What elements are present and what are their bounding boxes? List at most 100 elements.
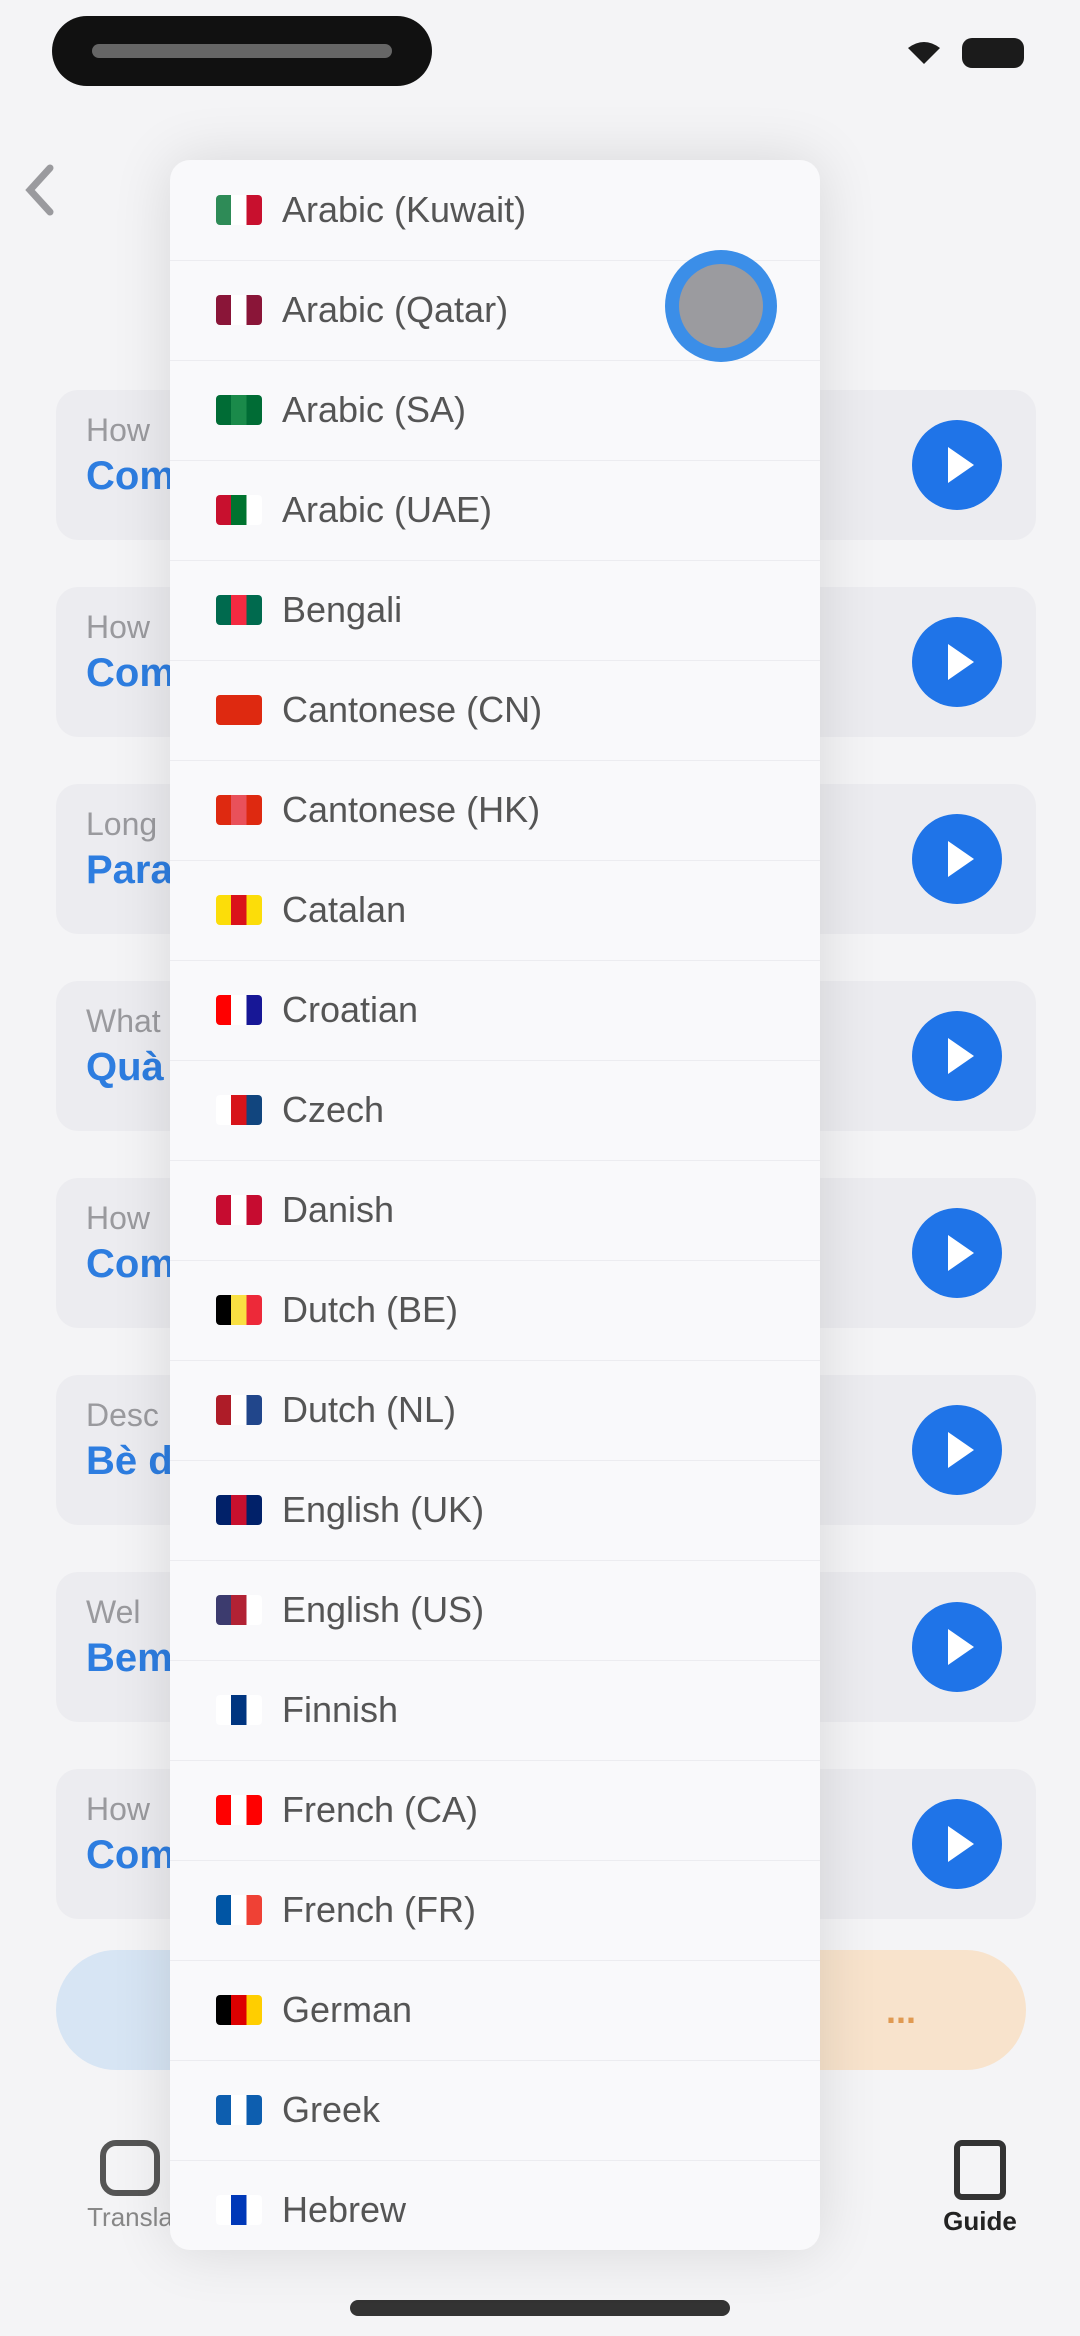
language-option[interactable]: French (FR)	[170, 1860, 820, 1961]
phrase-source-text: How	[86, 609, 151, 645]
language-option-label: Czech	[282, 1089, 385, 1130]
flag-icon	[216, 295, 262, 325]
touch-indicator-center	[679, 264, 763, 348]
language-option[interactable]: German	[170, 1960, 820, 2061]
flag-icon	[216, 1995, 262, 2025]
play-audio-button[interactable]	[912, 1208, 1002, 1298]
flag-icon	[216, 1195, 262, 1225]
phrase-source-text: How	[86, 1200, 151, 1236]
language-option-label: Cantonese (HK)	[282, 789, 541, 830]
right-action-label: ...	[885, 1990, 916, 2031]
phrase-source-text: How	[86, 412, 151, 448]
phrase-translation-text: Com	[86, 1833, 175, 1877]
play-icon	[948, 1826, 974, 1862]
play-icon	[948, 1038, 974, 1074]
language-option[interactable]: Dutch (BE)	[170, 1260, 820, 1361]
flag-icon	[216, 795, 262, 825]
flag-icon	[216, 1095, 262, 1125]
flag-icon	[216, 995, 262, 1025]
language-option[interactable]: Finnish	[170, 1660, 820, 1761]
language-option[interactable]: Catalan	[170, 860, 820, 961]
language-option-label: Croatian	[282, 989, 419, 1030]
flag-icon	[216, 1895, 262, 1925]
language-option[interactable]: Greek	[170, 2060, 820, 2161]
flag-icon	[216, 895, 262, 925]
language-option-label: Dutch (NL)	[282, 1389, 457, 1430]
language-option-label: Greek	[282, 2089, 381, 2130]
language-option[interactable]: Arabic (SA)	[170, 360, 820, 461]
status-icons	[904, 38, 1024, 68]
phrase-source-text: Wel	[86, 1594, 141, 1630]
play-audio-button[interactable]	[912, 420, 1002, 510]
phrase-source-text: How	[86, 1791, 151, 1827]
screen-recording-pill	[52, 16, 432, 86]
language-option-label: German	[282, 1989, 413, 2030]
flag-icon	[216, 1695, 262, 1725]
language-option-label: Arabic (SA)	[282, 389, 467, 430]
play-icon	[948, 1235, 974, 1271]
phrase-source-text: Long	[86, 806, 158, 842]
flag-icon	[216, 395, 262, 425]
language-option[interactable]: English (US)	[170, 1560, 820, 1661]
language-option[interactable]: Arabic (Kuwait)	[170, 160, 820, 261]
flag-icon	[216, 2095, 262, 2125]
language-option[interactable]: Cantonese (HK)	[170, 760, 820, 861]
language-option-label: Bengali	[282, 589, 403, 630]
home-indicator[interactable]	[350, 2300, 730, 2316]
language-option-label: English (UK)	[282, 1489, 485, 1530]
translate-icon	[100, 2140, 160, 2196]
wifi-icon	[908, 42, 940, 64]
language-option[interactable]: English (UK)	[170, 1460, 820, 1561]
play-audio-button[interactable]	[912, 1602, 1002, 1692]
language-option[interactable]: Croatian	[170, 960, 820, 1061]
language-option[interactable]: Bengali	[170, 560, 820, 661]
language-option-label: French (FR)	[282, 1889, 477, 1930]
flag-icon	[216, 495, 262, 525]
phrase-translation-text: Quà	[86, 1045, 164, 1089]
flag-icon	[216, 1495, 262, 1525]
language-option[interactable]: Hebrew	[170, 2160, 820, 2250]
flag-icon	[216, 2195, 262, 2225]
tab-guide[interactable]: Guide	[920, 2140, 1040, 2237]
language-option[interactable]: French (CA)	[170, 1760, 820, 1861]
play-audio-button[interactable]	[912, 617, 1002, 707]
language-option[interactable]: Arabic (UAE)	[170, 460, 820, 561]
language-option[interactable]: Danish	[170, 1160, 820, 1261]
phrase-translation-text: Com	[86, 454, 175, 498]
play-audio-button[interactable]	[912, 1011, 1002, 1101]
play-audio-button[interactable]	[912, 1799, 1002, 1889]
language-option-label: Catalan	[282, 889, 407, 930]
phrase-translation-text: Bè d	[86, 1439, 173, 1483]
language-option-label: Arabic (Qatar)	[282, 289, 509, 330]
flag-icon	[216, 1595, 262, 1625]
play-icon	[948, 1432, 974, 1468]
language-option[interactable]: Czech	[170, 1060, 820, 1161]
play-audio-button[interactable]	[912, 814, 1002, 904]
language-option[interactable]: Dutch (NL)	[170, 1360, 820, 1461]
play-audio-button[interactable]	[912, 1405, 1002, 1495]
play-icon	[948, 644, 974, 680]
phrase-source-text: What	[86, 1003, 161, 1039]
phrase-source-text: Desc	[86, 1397, 159, 1433]
guide-icon	[954, 2140, 1006, 2200]
language-dropdown[interactable]: Arabic (Kuwait) Arabic (Qatar) Arabic (SA)…	[170, 160, 820, 2250]
language-option-label: Hebrew	[282, 2189, 407, 2230]
phrase-translation-text: Bem	[86, 1636, 173, 1680]
flag-icon	[216, 1795, 262, 1825]
flag-icon	[216, 595, 262, 625]
language-option-label: Dutch (BE)	[282, 1289, 459, 1330]
back-arrow-icon[interactable]	[20, 160, 60, 220]
status-bar	[0, 0, 1080, 110]
phrase-translation-text: Com	[86, 1242, 175, 1286]
flag-icon	[216, 1295, 262, 1325]
language-option-label: English (US)	[282, 1589, 485, 1630]
language-option[interactable]: Cantonese (CN)	[170, 660, 820, 761]
play-icon	[948, 1629, 974, 1665]
language-option-label: Danish	[282, 1189, 395, 1230]
play-icon	[948, 447, 974, 483]
language-option-label: Finnish	[282, 1689, 399, 1730]
language-option-label: French (CA)	[282, 1789, 479, 1830]
play-icon	[948, 841, 974, 877]
recording-indicator	[92, 44, 392, 58]
flag-icon	[216, 1395, 262, 1425]
